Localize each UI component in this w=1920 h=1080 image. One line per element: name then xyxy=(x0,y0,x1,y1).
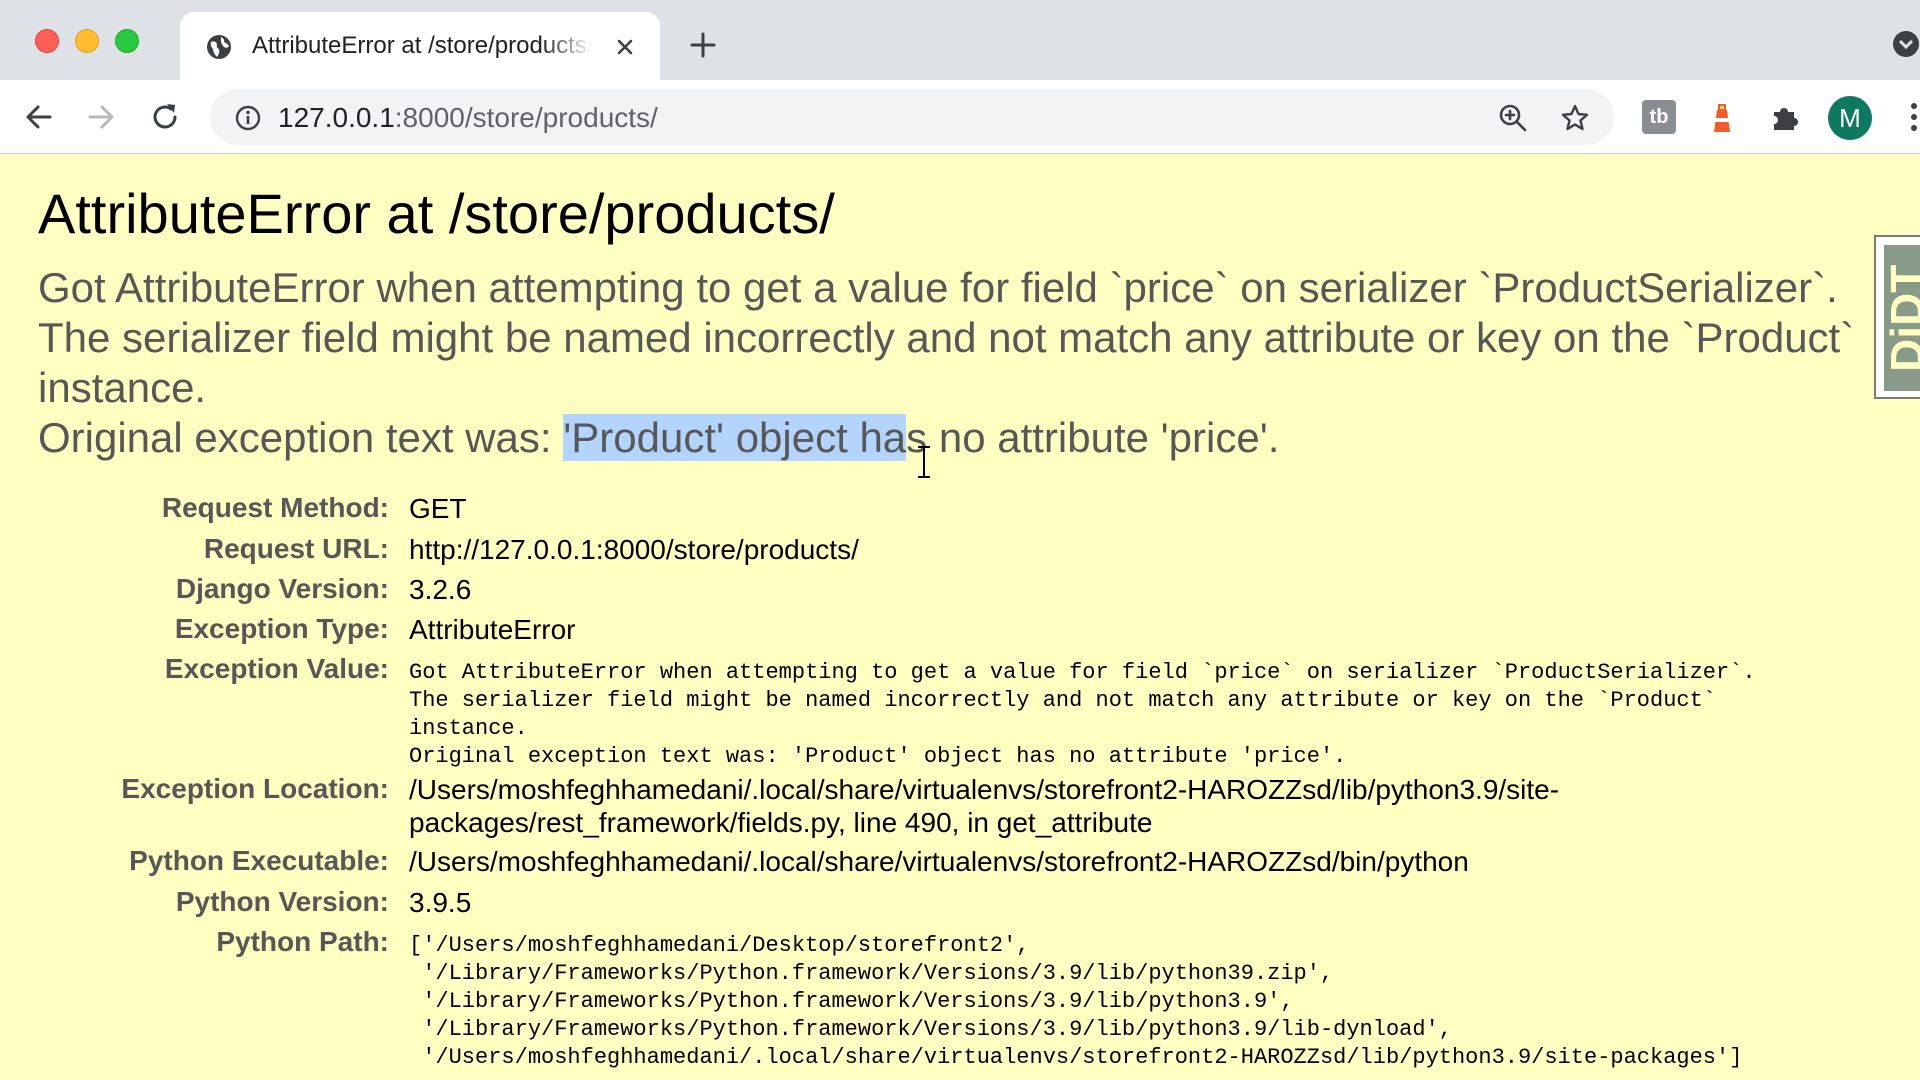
info-icon[interactable] xyxy=(234,104,262,132)
window-minimize-button[interactable] xyxy=(75,29,99,53)
meta-label: Python Path: xyxy=(216,926,389,957)
django-error-page: AttributeError at /store/products/ Got A… xyxy=(0,155,1920,1080)
meta-value: http://127.0.0.1:8000/store/products/ xyxy=(409,534,859,565)
exception-value-line: instance. xyxy=(409,716,528,741)
meta-value: 3.2.6 xyxy=(409,574,472,605)
original-suffix: s no attribute 'price'. xyxy=(906,414,1280,461)
meta-label: Exception Location: xyxy=(121,773,389,804)
globe-icon xyxy=(207,35,231,59)
meta-label: Request Method: xyxy=(161,492,389,523)
exception-location-line: /Users/moshfeghhamedani/.local/share/vir… xyxy=(409,774,1560,805)
exception-value-line: Got AttributeError when attempting to ge… xyxy=(409,660,1756,685)
text-cursor-icon xyxy=(918,446,930,478)
python-path-line: '/Library/Frameworks/Python.framework/Ve… xyxy=(409,961,1334,986)
debug-toolbar-label: DjDT xyxy=(1884,245,1920,391)
meta-value: ['/Users/moshfeghhamedani/Desktop/storef… xyxy=(409,932,1742,1072)
tb-extension-icon[interactable]: tb xyxy=(1642,100,1676,134)
exception-location-line: packages/rest_framework/fields.py, line … xyxy=(409,807,1153,838)
error-message-line: instance. xyxy=(38,364,207,411)
page-title: AttributeError at /store/products/ xyxy=(38,182,835,245)
error-message-line: Got AttributeError when attempting to ge… xyxy=(38,264,1838,311)
tab-title: AttributeError at /store/products/ xyxy=(252,32,592,60)
python-path-line: '/Library/Frameworks/Python.framework/Ve… xyxy=(409,989,1294,1014)
forward-arrow-icon[interactable] xyxy=(84,100,118,134)
exception-value-line: The serializer field might be named inco… xyxy=(409,688,1717,713)
selected-text: 'Product' object ha xyxy=(563,414,907,461)
lighthouse-icon[interactable] xyxy=(1705,100,1739,134)
puzzle-icon[interactable] xyxy=(1768,100,1802,134)
star-icon[interactable] xyxy=(1560,103,1590,133)
active-tab[interactable]: AttributeError at /store/products/ xyxy=(180,12,660,80)
meta-value: /Users/moshfeghhamedani/.local/share/vir… xyxy=(409,846,1469,877)
url-path: :8000/store/products/ xyxy=(394,102,658,133)
meta-label: Django Version: xyxy=(175,573,389,604)
plus-icon[interactable] xyxy=(688,30,718,60)
reload-icon[interactable] xyxy=(148,100,182,134)
debug-toolbar-handle[interactable]: DjDT xyxy=(1874,235,1920,399)
url-text[interactable]: 127.0.0.1:8000/store/products/ xyxy=(278,102,658,134)
error-message-line: The serializer field might be named inco… xyxy=(38,314,1855,361)
meta-value: Got AttributeError when attempting to ge… xyxy=(409,659,1756,771)
avatar[interactable]: M xyxy=(1828,96,1872,140)
meta-label: Exception Value: xyxy=(164,653,389,684)
zoom-icon[interactable] xyxy=(1498,103,1528,133)
meta-value: GET xyxy=(409,493,467,524)
original-exception-line: Original exception text was: 'Product' o… xyxy=(38,413,1898,463)
original-prefix: Original exception text was: xyxy=(38,414,564,461)
meta-value: AttributeError xyxy=(409,614,576,645)
meta-label: Python Version: xyxy=(175,886,389,917)
python-path-line: '/Users/moshfeghhamedani/.local/share/vi… xyxy=(409,1045,1743,1070)
meta-label: Exception Type: xyxy=(174,613,389,644)
tab-strip: AttributeError at /store/products/ xyxy=(0,0,1920,80)
more-vertical-icon[interactable] xyxy=(1908,100,1920,134)
back-arrow-icon[interactable] xyxy=(22,100,56,134)
close-icon[interactable] xyxy=(612,34,638,60)
python-path-line: '/Library/Frameworks/Python.framework/Ve… xyxy=(409,1017,1452,1042)
tab-search-icon[interactable] xyxy=(1892,30,1920,58)
error-message: Got AttributeError when attempting to ge… xyxy=(38,263,1898,463)
url-host: 127.0.0.1 xyxy=(278,102,395,133)
address-bar[interactable]: 127.0.0.1:8000/store/products/ xyxy=(210,89,1614,145)
window-close-button[interactable] xyxy=(35,29,59,53)
window-maximize-button[interactable] xyxy=(115,29,139,53)
browser-toolbar: 127.0.0.1:8000/store/products/ tb M xyxy=(0,80,1920,154)
exception-value-line: Original exception text was: 'Product' o… xyxy=(409,744,1347,769)
meta-value: /Users/moshfeghhamedani/.local/share/vir… xyxy=(409,773,1559,839)
meta-label: Python Executable: xyxy=(129,845,389,876)
meta-value: 3.9.5 xyxy=(409,887,472,918)
meta-label: Request URL: xyxy=(203,533,389,564)
python-path-line: ['/Users/moshfeghhamedani/Desktop/storef… xyxy=(409,933,1030,958)
